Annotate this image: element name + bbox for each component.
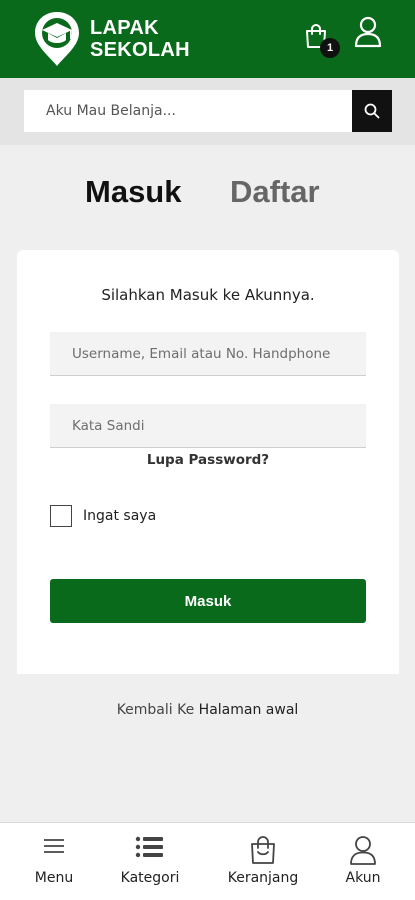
remember-me-label: Ingat saya [83, 508, 157, 524]
login-title: Silahkan Masuk ke Akunnya. [101, 286, 315, 304]
shopping-bag-icon [251, 836, 275, 864]
brand-name[interactable]: LAPAK SEKOLAH [90, 17, 190, 61]
nav-item-kategori[interactable]: Kategori [110, 823, 190, 900]
tab-register[interactable]: Daftar [230, 172, 320, 212]
back-prefix: Kembali Ke [116, 702, 195, 718]
nav-label-menu: Menu [34, 870, 74, 886]
graduation-cap-pin-icon[interactable] [32, 10, 82, 68]
username-field[interactable] [50, 332, 366, 376]
nav-label-keranjang: Keranjang [227, 870, 299, 886]
login-card: Silahkan Masuk ke Akunnya. Lupa Password… [17, 250, 399, 674]
login-button[interactable]: Masuk [50, 579, 366, 623]
nav-item-menu[interactable]: Menu [18, 823, 90, 900]
nav-item-keranjang[interactable]: Keranjang [220, 823, 306, 900]
back-to-home: Kembali Ke Halaman awal [0, 702, 415, 718]
nav-item-akun[interactable]: Akun [336, 823, 390, 900]
list-icon [135, 836, 163, 858]
password-field[interactable] [50, 404, 366, 448]
search-icon [364, 103, 380, 119]
forgot-password-link[interactable]: Lupa Password? [17, 452, 399, 468]
home-link[interactable]: Halaman awal [199, 702, 299, 718]
cart-button[interactable]: 1 [300, 20, 340, 58]
brand-line-1: LAPAK [90, 17, 159, 39]
search-bar [0, 78, 415, 145]
search-button[interactable] [352, 90, 392, 132]
nav-label-kategori: Kategori [120, 870, 180, 886]
cart-count-badge: 1 [320, 38, 340, 58]
brand-line-2: SEKOLAH [90, 39, 190, 61]
remember-me-checkbox[interactable] [50, 505, 72, 527]
bottom-nav: Menu Kategori Keranjang Akun [0, 822, 415, 900]
user-icon [350, 836, 376, 865]
tab-login[interactable]: Masuk [85, 172, 181, 212]
app-header: LAPAK SEKOLAH 1 [0, 0, 415, 78]
search-input[interactable] [24, 90, 352, 132]
hamburger-icon [44, 839, 64, 853]
user-icon[interactable] [353, 16, 383, 48]
nav-label-akun: Akun [345, 870, 381, 886]
